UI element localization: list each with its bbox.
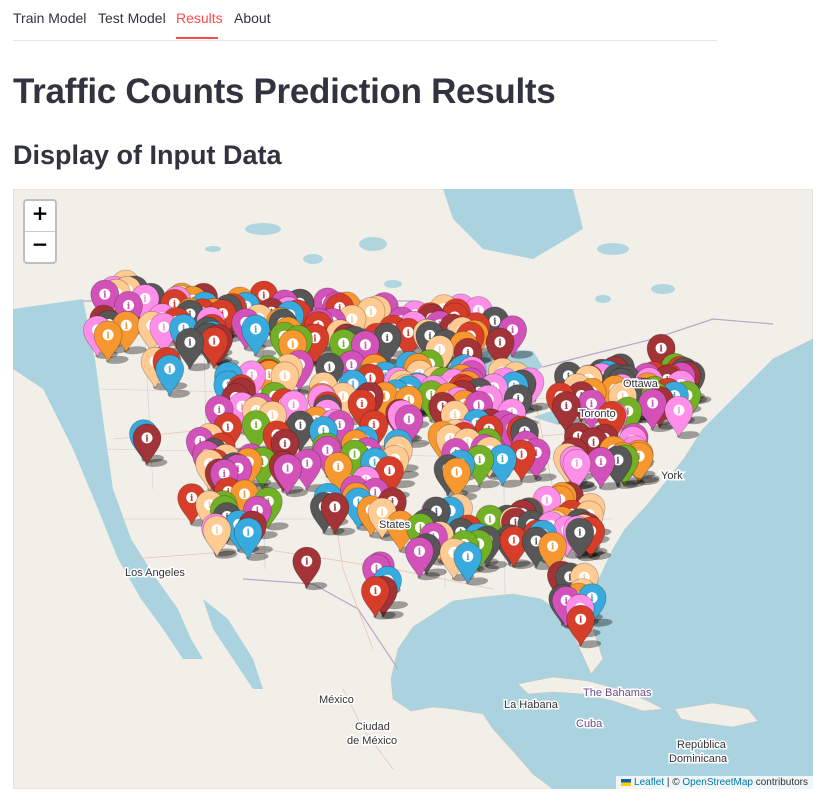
active-tab-indicator: [176, 37, 218, 39]
zoom-in-button[interactable]: +: [25, 201, 55, 231]
zoom-control: + −: [23, 199, 57, 264]
attribution-contributors: contributors: [755, 777, 808, 788]
tab-bar: Train Model Test Model Results About: [13, 0, 717, 41]
map-view[interactable]: iiiiiiiiiiiiiiiiiiiiiiiiiiiiiiiiiiiiiiii…: [13, 189, 813, 789]
page-title: Traffic Counts Prediction Results: [13, 72, 556, 111]
tab-train-model[interactable]: Train Model: [13, 10, 86, 26]
tab-test-model[interactable]: Test Model: [98, 10, 166, 26]
map-attribution: Leaflet | © OpenStreetMap contributors: [616, 776, 813, 789]
cuba-island: [517, 676, 665, 712]
ukraine-flag-icon: [621, 778, 632, 786]
map-tiles: [13, 189, 813, 789]
leaflet-link[interactable]: Leaflet: [634, 777, 664, 788]
openstreetmap-link[interactable]: OpenStreetMap: [682, 777, 753, 788]
zoom-out-button[interactable]: −: [25, 231, 55, 262]
attribution-separator: | ©: [666, 777, 680, 788]
tab-results[interactable]: Results: [176, 10, 223, 26]
section-heading: Display of Input Data: [13, 140, 282, 170]
tab-about[interactable]: About: [234, 10, 271, 26]
